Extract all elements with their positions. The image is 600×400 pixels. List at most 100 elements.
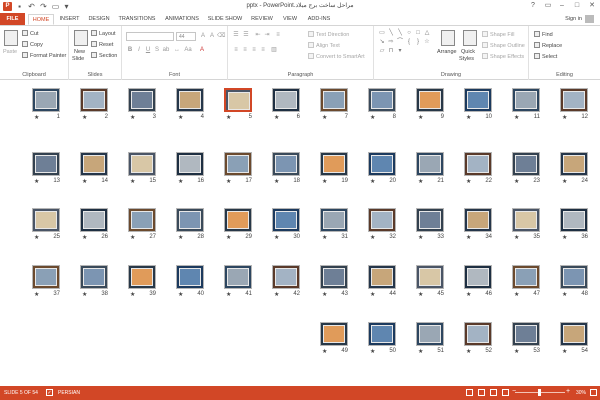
columns-icon[interactable]: ▥ xyxy=(270,46,278,54)
transition-star-icon[interactable]: ★ xyxy=(226,291,231,298)
slide-thumbnail-22[interactable]: ★ 22 xyxy=(464,152,492,185)
slide-thumbnail-2[interactable]: ★ 2 xyxy=(80,88,108,121)
clear-formatting-icon[interactable]: ⌫ xyxy=(217,32,225,40)
transition-star-icon[interactable]: ★ xyxy=(226,178,231,185)
decrease-indent-icon[interactable]: ⇤ xyxy=(254,31,262,39)
transition-star-icon[interactable]: ★ xyxy=(562,178,567,185)
transition-star-icon[interactable]: ★ xyxy=(562,291,567,298)
convert-smartart-button[interactable]: Convert to SmartArt xyxy=(308,53,365,60)
slide-thumbnail-21[interactable]: ★ 21 xyxy=(416,152,444,185)
transition-star-icon[interactable]: ★ xyxy=(514,178,519,185)
tab-add-ins[interactable]: ADD-INS xyxy=(304,14,334,25)
font-size-combo[interactable]: 44 xyxy=(176,32,196,41)
shape-line-icon[interactable]: ╲ xyxy=(387,30,395,37)
shape-brace-icon[interactable]: { xyxy=(405,39,413,46)
account-icon[interactable] xyxy=(585,15,594,23)
cut-button[interactable]: Cut xyxy=(22,30,39,37)
help-button[interactable]: ? xyxy=(526,0,540,12)
transition-star-icon[interactable]: ★ xyxy=(274,234,279,241)
transition-star-icon[interactable]: ★ xyxy=(34,114,39,121)
transition-star-icon[interactable]: ★ xyxy=(514,348,519,355)
transition-star-icon[interactable]: ★ xyxy=(322,178,327,185)
slide-thumbnail-49[interactable]: ★ 49 xyxy=(320,322,348,355)
slide-thumbnail-35[interactable]: ★ 35 xyxy=(512,208,540,241)
replace-button[interactable]: Replace xyxy=(534,42,562,49)
slide-thumbnail-41[interactable]: ★ 41 xyxy=(224,265,252,298)
transition-star-icon[interactable]: ★ xyxy=(418,291,423,298)
shape-line2-icon[interactable]: ╲ xyxy=(396,30,404,37)
slide-thumbnail-40[interactable]: ★ 40 xyxy=(176,265,204,298)
slide-thumbnail-36[interactable]: ★ 36 xyxy=(560,208,588,241)
transition-star-icon[interactable]: ★ xyxy=(418,348,423,355)
tab-home[interactable]: HOME xyxy=(28,14,54,25)
quick-styles-button[interactable]: Quick xyxy=(461,49,475,55)
transition-star-icon[interactable]: ★ xyxy=(370,234,375,241)
transition-star-icon[interactable]: ★ xyxy=(274,178,279,185)
shape-rectangle-icon[interactable]: ▭ xyxy=(378,30,386,37)
tab-insert[interactable]: INSERT xyxy=(57,14,82,25)
transition-star-icon[interactable]: ★ xyxy=(370,114,375,121)
slide-thumbnail-43[interactable]: ★ 43 xyxy=(320,265,348,298)
transition-star-icon[interactable]: ★ xyxy=(34,178,39,185)
save-icon[interactable]: ▪ xyxy=(15,2,24,11)
transition-star-icon[interactable]: ★ xyxy=(34,291,39,298)
shape-star-icon[interactable]: ☆ xyxy=(423,39,431,46)
slide-thumbnail-17[interactable]: ★ 17 xyxy=(224,152,252,185)
transition-star-icon[interactable]: ★ xyxy=(82,291,87,298)
slide-thumbnail-26[interactable]: ★ 26 xyxy=(80,208,108,241)
slide-thumbnail-45[interactable]: ★ 45 xyxy=(416,265,444,298)
transition-star-icon[interactable]: ★ xyxy=(178,114,183,121)
paste-icon[interactable] xyxy=(4,30,18,46)
transition-star-icon[interactable]: ★ xyxy=(370,178,375,185)
transition-star-icon[interactable]: ★ xyxy=(322,291,327,298)
shape-oval-icon[interactable]: ○ xyxy=(405,30,413,37)
transition-star-icon[interactable]: ★ xyxy=(466,114,471,121)
slide-thumbnail-15[interactable]: ★ 15 xyxy=(128,152,156,185)
increase-font-icon[interactable]: A xyxy=(199,32,207,40)
decrease-font-icon[interactable]: A xyxy=(208,32,216,40)
new-slide-icon[interactable] xyxy=(74,30,88,46)
fit-to-window-icon[interactable] xyxy=(590,389,597,396)
slide-thumbnail-50[interactable]: ★ 50 xyxy=(368,322,396,355)
format-painter-button[interactable]: Format Painter xyxy=(22,52,66,59)
layout-button[interactable]: Layout xyxy=(91,30,116,37)
slide-thumbnail-44[interactable]: ★ 44 xyxy=(368,265,396,298)
transition-star-icon[interactable]: ★ xyxy=(562,114,567,121)
ribbon-display-options-icon[interactable]: ▭ xyxy=(541,0,555,12)
shadow-icon[interactable]: S xyxy=(153,46,161,54)
slide-thumbnail-30[interactable]: ★ 30 xyxy=(272,208,300,241)
undo-icon[interactable]: ↶ xyxy=(27,2,36,11)
tab-slide-show[interactable]: SLIDE SHOW xyxy=(206,14,244,25)
transition-star-icon[interactable]: ★ xyxy=(178,291,183,298)
slide-thumbnail-3[interactable]: ★ 3 xyxy=(128,88,156,121)
transition-star-icon[interactable]: ★ xyxy=(418,178,423,185)
zoom-level[interactable]: 30% xyxy=(576,390,586,396)
slide-thumbnail-48[interactable]: ★ 48 xyxy=(560,265,588,298)
transition-star-icon[interactable]: ★ xyxy=(130,114,135,121)
transition-star-icon[interactable]: ★ xyxy=(418,114,423,121)
transition-star-icon[interactable]: ★ xyxy=(226,234,231,241)
new-slide-button-line2[interactable]: Slide xyxy=(72,56,84,62)
transition-star-icon[interactable]: ★ xyxy=(370,291,375,298)
slide-thumbnail-52[interactable]: ★ 52 xyxy=(464,322,492,355)
slide-thumbnail-18[interactable]: ★ 18 xyxy=(272,152,300,185)
slide-thumbnail-31[interactable]: ★ 31 xyxy=(320,208,348,241)
slide-thumbnail-23[interactable]: ★ 23 xyxy=(512,152,540,185)
transition-star-icon[interactable]: ★ xyxy=(514,291,519,298)
slide-thumbnail-10[interactable]: ★ 10 xyxy=(464,88,492,121)
slide-sorter-view-icon[interactable] xyxy=(478,389,485,396)
zoom-in-button[interactable]: + xyxy=(566,388,570,395)
shape-triangle-icon[interactable]: △ xyxy=(423,30,431,37)
slide-thumbnail-51[interactable]: ★ 51 xyxy=(416,322,444,355)
italic-icon[interactable]: I xyxy=(135,46,143,54)
transition-star-icon[interactable]: ★ xyxy=(322,234,327,241)
quick-styles-button-line2[interactable]: Styles xyxy=(459,56,474,62)
shape-fill-button[interactable]: Shape Fill xyxy=(482,31,514,38)
close-button[interactable]: ✕ xyxy=(585,0,599,12)
slide-thumbnail-13[interactable]: ★ 13 xyxy=(32,152,60,185)
transition-star-icon[interactable]: ★ xyxy=(178,234,183,241)
transition-star-icon[interactable]: ★ xyxy=(562,348,567,355)
spelling-icon[interactable]: ✓ xyxy=(46,389,53,396)
slide-thumbnail-9[interactable]: ★ 9 xyxy=(416,88,444,121)
transition-star-icon[interactable]: ★ xyxy=(466,178,471,185)
